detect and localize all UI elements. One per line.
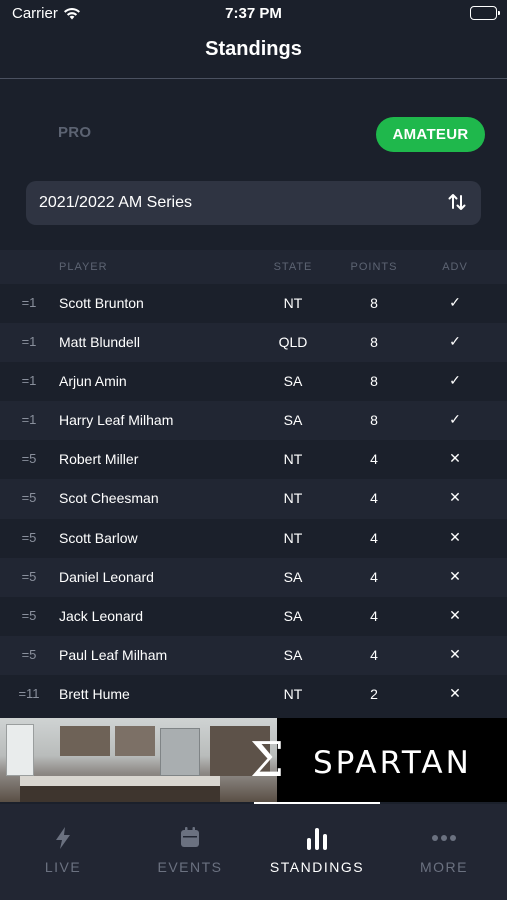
player-name-cell: Scott Brunton bbox=[59, 295, 144, 311]
page-title: Standings bbox=[205, 38, 302, 60]
header-divider bbox=[0, 78, 507, 79]
table-row[interactable]: =5 Scot Cheesman NT 4 ✕ bbox=[0, 479, 507, 519]
points-cell: 4 bbox=[370, 607, 378, 624]
table-row[interactable]: =5 Daniel Leonard SA 4 ✕ bbox=[0, 557, 507, 597]
state-cell: SA bbox=[283, 412, 303, 429]
table-row[interactable]: =1 Matt Blundell QLD 8 ✓ bbox=[0, 323, 507, 363]
tab-standings[interactable]: STANDINGS bbox=[254, 804, 380, 900]
rank-cell: =5 bbox=[21, 529, 37, 545]
rank-cell: =5 bbox=[21, 607, 37, 623]
player-name-cell: Scot Cheesman bbox=[59, 490, 159, 507]
table-row[interactable]: =5 Scott Barlow NT 4 ✕ bbox=[0, 518, 507, 558]
advanced-check-icon: ✓ bbox=[449, 411, 461, 428]
kitchen-photo bbox=[0, 718, 277, 802]
rank-cell: =1 bbox=[21, 295, 37, 310]
points-cell: 4 bbox=[370, 490, 378, 507]
tab-live[interactable]: LIVE bbox=[0, 804, 126, 900]
rank-cell: =1 bbox=[21, 373, 37, 389]
player-name-cell: Matt Blundell bbox=[59, 334, 140, 351]
player-name-cell: Paul Leaf Milham bbox=[59, 646, 168, 663]
column-header-state: STATE bbox=[273, 261, 313, 273]
points-cell: 8 bbox=[370, 295, 378, 311]
not-advanced-x-icon: ✕ bbox=[449, 528, 461, 545]
rank-cell: =5 bbox=[21, 451, 37, 467]
more-dots-icon bbox=[381, 826, 507, 855]
points-cell: 8 bbox=[370, 412, 378, 429]
points-cell: 8 bbox=[370, 334, 378, 351]
table-row[interactable]: =11 Brett Hume NT 2 ✕ bbox=[0, 674, 507, 715]
not-advanced-x-icon: ✕ bbox=[449, 645, 461, 662]
table-row[interactable]: =1 Harry Leaf Milham SA 8 ✓ bbox=[0, 401, 507, 441]
tab-events[interactable]: EVENTS bbox=[127, 804, 253, 900]
points-cell: 4 bbox=[370, 646, 378, 663]
sponsor-brand-name: SPARTAN bbox=[313, 745, 472, 781]
table-header: PLAYER STATE POINTS ADV bbox=[0, 250, 507, 284]
advanced-check-icon: ✓ bbox=[449, 333, 461, 350]
series-select[interactable]: 2021/2022 AM Series bbox=[26, 181, 481, 225]
status-time: 7:37 PM bbox=[225, 5, 282, 22]
pro-toggle[interactable]: PRO bbox=[58, 124, 91, 141]
sort-arrows-icon bbox=[447, 192, 467, 217]
points-cell: 4 bbox=[370, 529, 378, 546]
state-cell: NT bbox=[283, 529, 303, 546]
bar-chart-icon bbox=[254, 826, 380, 857]
column-header-player: PLAYER bbox=[59, 261, 108, 273]
player-name-cell: Brett Hume bbox=[59, 685, 130, 702]
state-cell: SA bbox=[283, 373, 303, 390]
points-cell: 2 bbox=[370, 685, 378, 702]
rank-cell: =1 bbox=[21, 412, 37, 428]
player-name-cell: Arjun Amin bbox=[59, 373, 127, 390]
rank-cell: =5 bbox=[21, 568, 37, 584]
player-name-cell: Jack Leonard bbox=[59, 607, 144, 624]
table-row[interactable]: =5 Jack Leonard SA 4 ✕ bbox=[0, 596, 507, 636]
state-cell: SA bbox=[283, 568, 303, 585]
state-cell: NT bbox=[283, 490, 303, 507]
state-cell: SA bbox=[283, 607, 303, 624]
tab-label: EVENTS bbox=[157, 859, 223, 875]
player-name-cell: Robert Miller bbox=[59, 451, 139, 468]
table-row[interactable]: =5 Paul Leaf Milham SA 4 ✕ bbox=[0, 635, 507, 675]
lightning-icon bbox=[0, 826, 126, 855]
tab-label: MORE bbox=[420, 859, 468, 875]
rank-cell: =1 bbox=[21, 334, 37, 350]
calendar-icon bbox=[127, 826, 253, 855]
advanced-check-icon: ✓ bbox=[449, 372, 461, 389]
tab-more[interactable]: MORE bbox=[381, 804, 507, 900]
not-advanced-x-icon: ✕ bbox=[449, 606, 461, 623]
sponsor-banner[interactable]: Σ SPARTAN bbox=[0, 718, 507, 802]
tab-label: STANDINGS bbox=[269, 859, 365, 875]
spartan-logo-icon: Σ bbox=[250, 732, 284, 788]
player-name-cell: Harry Leaf Milham bbox=[59, 412, 174, 429]
column-header-adv: ADV bbox=[442, 261, 468, 273]
table-row[interactable]: =5 Robert Miller NT 4 ✕ bbox=[0, 440, 507, 480]
advanced-check-icon: ✓ bbox=[449, 294, 461, 310]
state-cell: QLD bbox=[278, 334, 308, 351]
column-header-points: POINTS bbox=[350, 261, 398, 273]
not-advanced-x-icon: ✕ bbox=[449, 450, 461, 467]
state-cell: SA bbox=[283, 646, 303, 663]
player-name-cell: Scott Barlow bbox=[59, 529, 138, 546]
rank-cell: =5 bbox=[21, 646, 37, 662]
status-bar: Carrier 7:37 PM bbox=[0, 0, 507, 30]
not-advanced-x-icon: ✕ bbox=[449, 489, 461, 506]
state-cell: NT bbox=[283, 295, 303, 311]
battery-icon bbox=[470, 6, 500, 20]
standings-table: PLAYER STATE POINTS ADV =1 Scott Brunton… bbox=[0, 250, 507, 715]
series-select-value: 2021/2022 AM Series bbox=[39, 194, 192, 211]
tab-bar: LIVE EVENTS STANDINGS MORE bbox=[0, 804, 507, 900]
not-advanced-x-icon: ✕ bbox=[449, 684, 461, 701]
rank-cell: =5 bbox=[21, 490, 37, 506]
points-cell: 4 bbox=[370, 451, 378, 468]
not-advanced-x-icon: ✕ bbox=[449, 567, 461, 584]
state-cell: NT bbox=[283, 451, 303, 468]
amateur-toggle[interactable]: AMATEUR bbox=[376, 117, 485, 152]
points-cell: 4 bbox=[370, 568, 378, 585]
rank-cell: =11 bbox=[18, 685, 40, 701]
table-row[interactable]: =1 Scott Brunton NT 8 ✓ bbox=[0, 284, 507, 324]
table-row[interactable]: =1 Arjun Amin SA 8 ✓ bbox=[0, 362, 507, 402]
points-cell: 8 bbox=[370, 373, 378, 390]
player-name-cell: Daniel Leonard bbox=[59, 568, 154, 585]
tab-label: LIVE bbox=[44, 859, 82, 875]
state-cell: NT bbox=[283, 685, 303, 702]
